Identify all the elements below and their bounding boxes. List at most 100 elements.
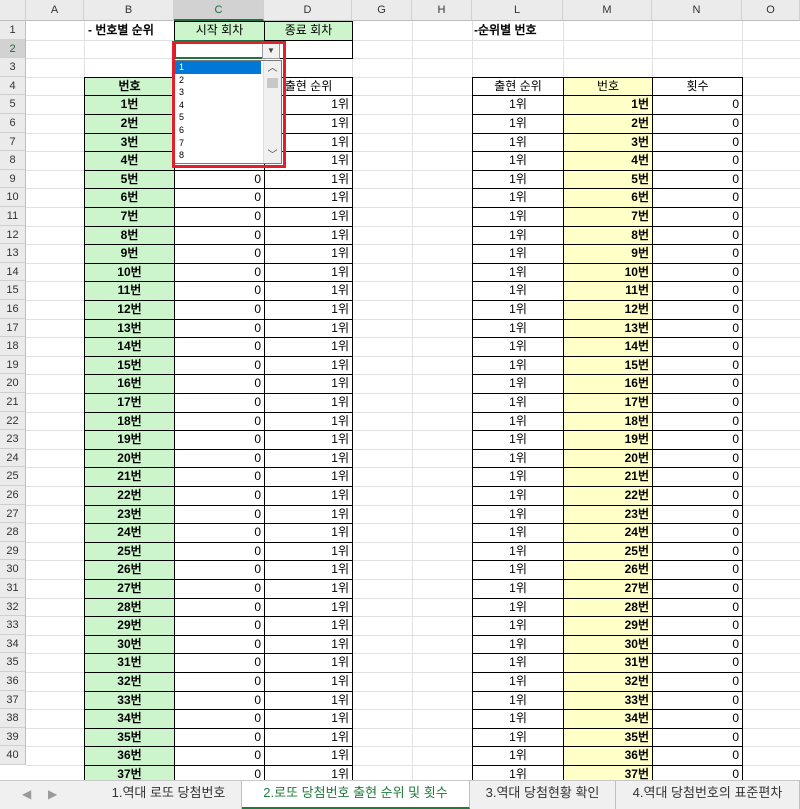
right-count-cell[interactable]: 0 [652,132,743,153]
right-number-cell[interactable]: 7번 [563,207,653,227]
right-count-cell[interactable]: 0 [652,393,743,413]
right-number-cell[interactable]: 37번 [563,765,653,780]
right-number-cell[interactable]: 16번 [563,374,653,394]
left-count-cell[interactable]: 0 [174,541,265,562]
right-count-cell[interactable]: 0 [652,448,743,469]
right-rank-cell[interactable]: 1위 [472,486,564,506]
right-count-cell[interactable]: 0 [652,318,743,339]
left-number-cell[interactable]: 10번 [84,262,175,283]
left-number-cell[interactable]: 3번 [84,132,175,153]
left-count-cell[interactable]: 0 [174,430,265,450]
column-header-a[interactable]: A [26,0,84,21]
right-count-cell[interactable]: 0 [652,114,743,134]
right-count-cell[interactable]: 0 [652,504,743,525]
left-number-cell[interactable]: 17번 [84,393,175,413]
right-count-cell[interactable]: 0 [652,560,743,580]
left-number-cell[interactable]: 30번 [84,634,175,655]
sheet-tab-4[interactable]: 4.역대 당첨번호의 표준편차 [616,781,800,809]
row-header-13[interactable]: 13 [0,244,26,263]
left-count-cell[interactable]: 0 [174,169,265,190]
left-number-cell[interactable]: 11번 [84,281,175,301]
right-rank-cell[interactable]: 1위 [472,523,564,543]
left-rank-cell[interactable]: 1위 [264,765,353,780]
right-table-header-number[interactable]: 번호 [563,76,653,97]
row-header-30[interactable]: 30 [0,560,26,579]
right-count-cell[interactable]: 0 [652,300,743,320]
right-number-cell[interactable]: 9번 [563,244,653,264]
left-count-cell[interactable]: 0 [174,597,265,618]
right-rank-cell[interactable]: 1위 [472,467,564,487]
sheet-tab-1[interactable]: 1.역대 로또 당첨번호 [96,781,242,809]
right-rank-cell[interactable]: 1위 [472,374,564,394]
left-count-cell[interactable]: 0 [174,188,265,208]
left-number-cell[interactable]: 16번 [84,374,175,394]
row-header-16[interactable]: 16 [0,300,26,319]
right-number-cell[interactable]: 22번 [563,486,653,506]
right-count-cell[interactable]: 0 [652,634,743,655]
left-rank-cell[interactable]: 1위 [264,448,353,469]
left-rank-cell[interactable]: 1위 [264,709,353,729]
row-header-39[interactable]: 39 [0,727,26,747]
left-number-cell[interactable]: 8번 [84,225,175,246]
row-header-38[interactable]: 38 [0,709,26,728]
right-rank-cell[interactable]: 1위 [472,746,564,766]
right-count-cell[interactable]: 0 [652,709,743,729]
right-number-cell[interactable]: 30번 [563,634,653,655]
left-number-cell[interactable]: 23번 [84,504,175,525]
left-number-cell[interactable]: 27번 [84,579,175,599]
left-number-cell[interactable]: 9번 [84,244,175,264]
row-header-20[interactable]: 20 [0,374,26,393]
right-count-cell[interactable]: 0 [652,225,743,246]
row-header-8[interactable]: 8 [0,151,26,170]
left-number-cell[interactable]: 19번 [84,430,175,450]
column-header-b[interactable]: B [84,0,174,21]
left-rank-cell[interactable]: 1위 [264,281,353,301]
left-count-cell[interactable]: 0 [174,486,265,506]
right-number-cell[interactable]: 26번 [563,560,653,580]
right-number-cell[interactable]: 33번 [563,690,653,711]
left-rank-cell[interactable]: 1위 [264,467,353,487]
right-rank-cell[interactable]: 1위 [472,727,564,748]
right-number-cell[interactable]: 36번 [563,746,653,766]
left-count-cell[interactable]: 0 [174,746,265,766]
left-number-cell[interactable]: 35번 [84,727,175,748]
right-rank-cell[interactable]: 1위 [472,318,564,339]
right-number-cell[interactable]: 19번 [563,430,653,450]
left-count-cell[interactable]: 0 [174,672,265,692]
right-number-cell[interactable]: 6번 [563,188,653,208]
left-rank-cell[interactable]: 1위 [264,337,353,357]
right-count-cell[interactable]: 0 [652,597,743,618]
row-header-26[interactable]: 26 [0,486,26,505]
left-count-cell[interactable]: 0 [174,727,265,748]
row-header-17[interactable]: 17 [0,318,26,338]
row-header-32[interactable]: 32 [0,597,26,617]
right-number-cell[interactable]: 23번 [563,504,653,525]
right-number-cell[interactable]: 34번 [563,709,653,729]
left-number-cell[interactable]: 34번 [84,709,175,729]
left-count-cell[interactable]: 0 [174,337,265,357]
right-number-cell[interactable]: 17번 [563,393,653,413]
left-number-cell[interactable]: 24번 [84,523,175,543]
right-rank-cell[interactable]: 1위 [472,244,564,264]
right-count-cell[interactable]: 0 [652,653,743,673]
left-rank-cell[interactable]: 1위 [264,616,353,636]
left-rank-cell[interactable]: 1위 [264,690,353,711]
right-count-cell[interactable]: 0 [652,467,743,487]
right-number-cell[interactable]: 29번 [563,616,653,636]
right-rank-cell[interactable]: 1위 [472,709,564,729]
left-rank-cell[interactable]: 1위 [264,560,353,580]
left-number-cell[interactable]: 18번 [84,411,175,432]
right-number-cell[interactable]: 20번 [563,448,653,469]
right-number-cell[interactable]: 11번 [563,281,653,301]
right-count-cell[interactable]: 0 [652,337,743,357]
left-rank-cell[interactable]: 1위 [264,746,353,766]
right-count-cell[interactable]: 0 [652,281,743,301]
right-rank-cell[interactable]: 1위 [472,560,564,580]
left-rank-cell[interactable]: 1위 [264,597,353,618]
row-header-21[interactable]: 21 [0,393,26,412]
right-rank-cell[interactable]: 1위 [472,262,564,283]
left-count-cell[interactable]: 0 [174,374,265,394]
select-all-corner[interactable] [0,0,26,21]
right-count-cell[interactable]: 0 [652,411,743,432]
left-rank-cell[interactable]: 1위 [264,300,353,320]
